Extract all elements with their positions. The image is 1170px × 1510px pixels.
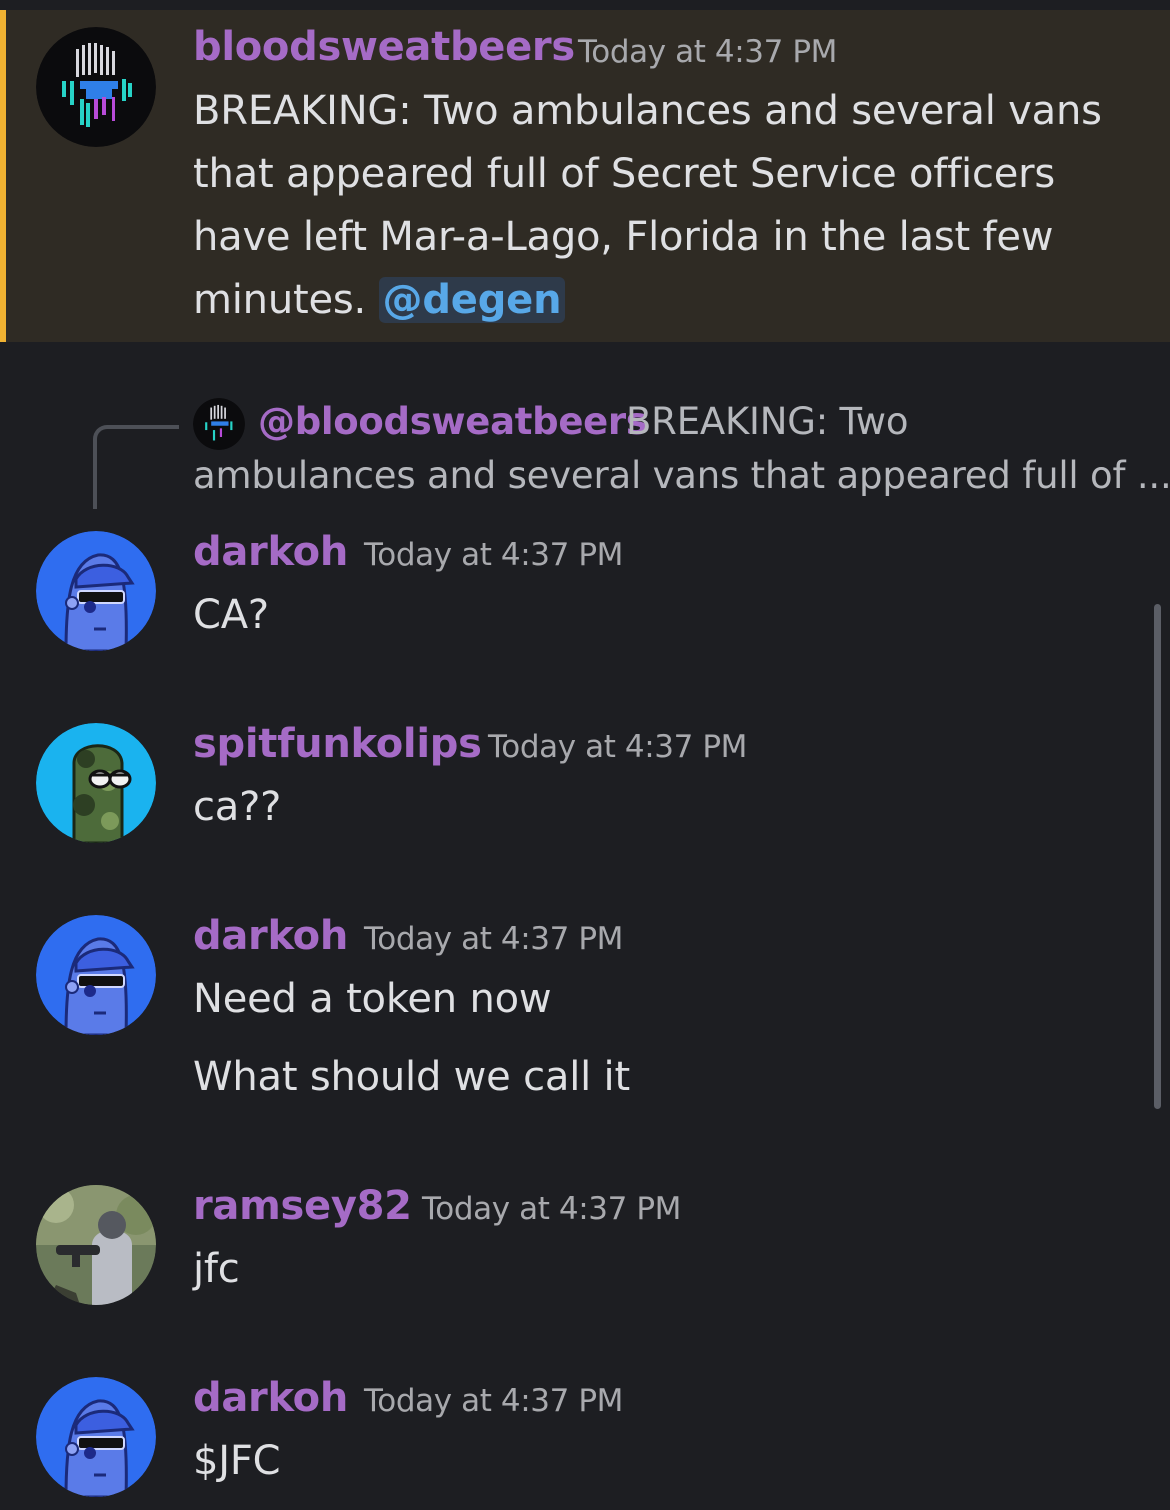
avatar-darkoh[interactable] bbox=[36, 915, 156, 1035]
username[interactable]: darkoh bbox=[193, 529, 348, 575]
user-mention[interactable]: @degen bbox=[378, 277, 566, 323]
message-line: Need a token now bbox=[193, 976, 552, 1022]
username[interactable]: spitfunkolips bbox=[193, 721, 482, 767]
message-line: BREAKING: Two ambulances and several van… bbox=[193, 88, 1102, 134]
timestamp: Today at 4:37 PM bbox=[364, 537, 624, 573]
top-strip bbox=[0, 0, 1170, 10]
message-line: What should we call it bbox=[193, 1054, 630, 1100]
message-line: jfc bbox=[193, 1246, 240, 1292]
timestamp: Today at 4:37 PM bbox=[422, 1191, 682, 1227]
username[interactable]: ramsey82 bbox=[193, 1183, 412, 1229]
blue-character-avatar-icon bbox=[36, 531, 156, 651]
username[interactable]: bloodsweatbeers bbox=[193, 24, 575, 70]
reply-connector bbox=[93, 425, 179, 509]
reply-author[interactable]: @bloodsweatbeers bbox=[258, 400, 648, 443]
timestamp: Today at 4:37 PM bbox=[364, 1383, 624, 1419]
message-line: have left Mar-a-Lago, Florida in the las… bbox=[193, 214, 1054, 260]
message-line: that appeared full of Secret Service off… bbox=[193, 151, 1056, 197]
avatar-spitfunkolips[interactable] bbox=[36, 723, 156, 843]
message-line: $JFC bbox=[193, 1438, 281, 1484]
timestamp: Today at 4:37 PM bbox=[364, 921, 624, 957]
blue-character-avatar-icon bbox=[36, 1377, 156, 1497]
message-line: minutes. @degen bbox=[193, 277, 566, 323]
message-text: minutes. bbox=[193, 277, 367, 323]
message-line: ca?? bbox=[193, 784, 282, 830]
mention-highlight-bar bbox=[0, 10, 6, 342]
reply-avatar[interactable] bbox=[193, 398, 245, 450]
blue-character-avatar-icon bbox=[36, 915, 156, 1035]
paintball-photo-avatar-icon bbox=[36, 1185, 156, 1305]
avatar-darkoh[interactable] bbox=[36, 531, 156, 651]
barcode-avatar-icon bbox=[36, 27, 156, 147]
avatar-ramsey82[interactable] bbox=[36, 1185, 156, 1305]
avatar-bloodsweatbeers[interactable] bbox=[36, 27, 156, 147]
scrollbar[interactable] bbox=[1154, 604, 1161, 1109]
username[interactable]: darkoh bbox=[193, 1375, 348, 1421]
barcode-avatar-icon bbox=[193, 398, 245, 450]
reply-preview-text[interactable]: ambulances and several vans that appeare… bbox=[193, 454, 1170, 497]
camo-character-avatar-icon bbox=[36, 723, 156, 843]
reply-preview-text[interactable]: BREAKING: Two bbox=[626, 400, 909, 443]
avatar-darkoh[interactable] bbox=[36, 1377, 156, 1497]
timestamp: Today at 4:37 PM bbox=[578, 34, 838, 70]
username[interactable]: darkoh bbox=[193, 913, 348, 959]
message-line: CA? bbox=[193, 592, 269, 638]
timestamp: Today at 4:37 PM bbox=[488, 729, 748, 765]
